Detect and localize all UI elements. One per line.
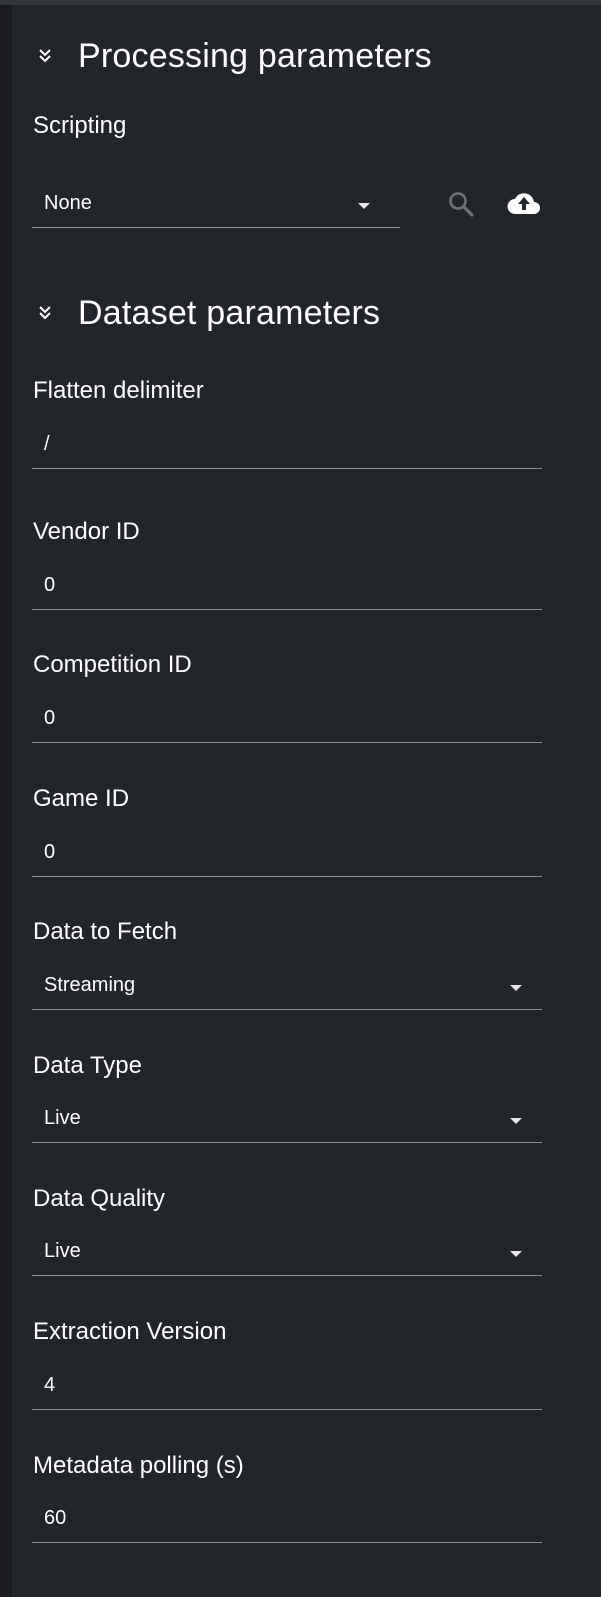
left-edge — [0, 5, 12, 1597]
metadata-polling-input[interactable]: 60 — [32, 1499, 542, 1543]
data-quality-select[interactable]: Live — [32, 1232, 542, 1276]
competition-id-label: Competition ID — [33, 651, 192, 678]
extraction-version-label: Extraction Version — [33, 1318, 227, 1345]
data-quality-value: Live — [44, 1240, 81, 1262]
chevron-down-icon — [358, 203, 370, 209]
processing-section-title: Processing parameters — [78, 36, 432, 75]
data-to-fetch-label: Data to Fetch — [33, 918, 178, 945]
vendor-id-label: Vendor ID — [33, 518, 140, 545]
data-to-fetch-select[interactable]: Streaming — [32, 966, 542, 1010]
search-icon[interactable] — [445, 188, 477, 220]
extraction-version-input[interactable]: 4 — [32, 1366, 542, 1410]
game-id-input[interactable]: 0 — [32, 833, 542, 877]
processing-section-header[interactable]: Processing parameters — [38, 34, 432, 78]
flatten-delimiter-input[interactable]: / — [32, 425, 542, 469]
vendor-id-input[interactable]: 0 — [32, 566, 542, 610]
cloud-upload-icon[interactable] — [506, 188, 542, 218]
data-type-value: Live — [44, 1107, 81, 1129]
data-type-select[interactable]: Live — [32, 1099, 542, 1143]
top-border — [0, 0, 601, 5]
metadata-polling-label: Metadata polling (s) — [33, 1452, 244, 1479]
data-to-fetch-value: Streaming — [44, 974, 136, 996]
double-chevron-down-icon — [38, 48, 52, 64]
chevron-down-icon — [510, 985, 522, 991]
flatten-delimiter-value: / — [44, 433, 50, 455]
metadata-polling-value: 60 — [44, 1507, 67, 1529]
chevron-down-icon — [510, 1118, 522, 1124]
dataset-section-header[interactable]: Dataset parameters — [38, 291, 380, 335]
game-id-label: Game ID — [33, 785, 130, 812]
double-chevron-down-icon — [38, 305, 52, 321]
vendor-id-value: 0 — [44, 574, 56, 596]
scripting-label: Scripting — [33, 112, 127, 139]
chevron-down-icon — [510, 1251, 522, 1257]
competition-id-value: 0 — [44, 707, 56, 729]
dataset-section-title: Dataset parameters — [78, 293, 381, 332]
data-quality-label: Data Quality — [33, 1185, 166, 1212]
competition-id-input[interactable]: 0 — [32, 699, 542, 743]
extraction-version-value: 4 — [44, 1374, 56, 1396]
scripting-value: None — [44, 192, 92, 214]
data-type-label: Data Type — [33, 1052, 142, 1079]
scripting-select[interactable]: None — [32, 184, 400, 228]
game-id-value: 0 — [44, 841, 56, 863]
flatten-delimiter-label: Flatten delimiter — [33, 377, 204, 404]
